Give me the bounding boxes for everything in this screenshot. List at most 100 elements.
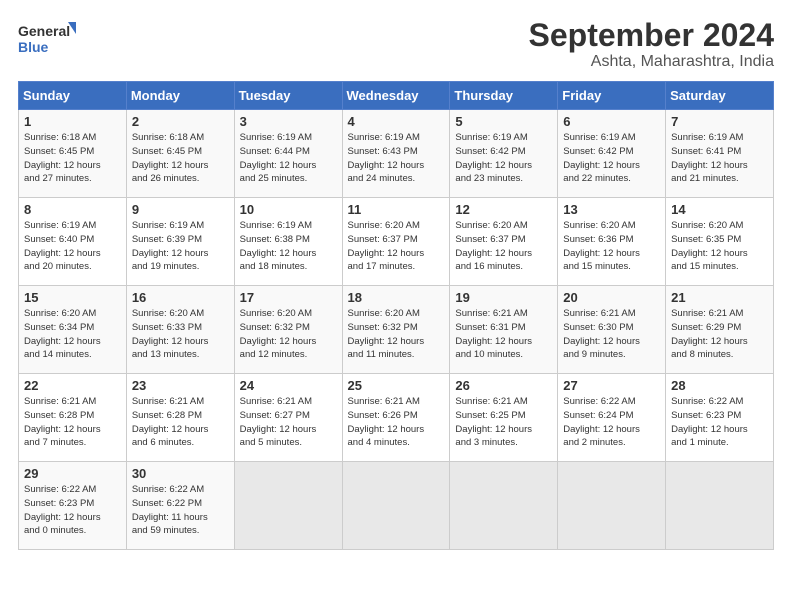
day-info: Sunrise: 6:22 AM Sunset: 6:24 PM Dayligh… bbox=[563, 395, 660, 450]
day-number: 12 bbox=[455, 202, 552, 217]
day-number: 24 bbox=[240, 378, 337, 393]
day-info: Sunrise: 6:18 AM Sunset: 6:45 PM Dayligh… bbox=[132, 131, 229, 186]
day-info: Sunrise: 6:19 AM Sunset: 6:38 PM Dayligh… bbox=[240, 219, 337, 274]
day-info: Sunrise: 6:20 AM Sunset: 6:37 PM Dayligh… bbox=[455, 219, 552, 274]
day-number: 18 bbox=[348, 290, 445, 305]
calendar-header-row: SundayMondayTuesdayWednesdayThursdayFrid… bbox=[19, 82, 774, 110]
day-info: Sunrise: 6:19 AM Sunset: 6:39 PM Dayligh… bbox=[132, 219, 229, 274]
calendar-day-cell bbox=[342, 462, 450, 550]
calendar-day-cell: 11Sunrise: 6:20 AM Sunset: 6:37 PM Dayli… bbox=[342, 198, 450, 286]
day-info: Sunrise: 6:21 AM Sunset: 6:28 PM Dayligh… bbox=[24, 395, 121, 450]
calendar-day-cell: 1 Sunrise: 6:18 AM Sunset: 6:45 PM Daylig… bbox=[19, 110, 127, 198]
day-number: 14 bbox=[671, 202, 768, 217]
header-row: General Blue September 2024 Ashta, Mahar… bbox=[18, 18, 774, 71]
calendar-day-cell: 16Sunrise: 6:20 AM Sunset: 6:33 PM Dayli… bbox=[126, 286, 234, 374]
day-info: Sunrise: 6:21 AM Sunset: 6:31 PM Dayligh… bbox=[455, 307, 552, 362]
calendar-day-cell: 21Sunrise: 6:21 AM Sunset: 6:29 PM Dayli… bbox=[666, 286, 774, 374]
calendar-day-cell: 4Sunrise: 6:19 AM Sunset: 6:43 PM Daylig… bbox=[342, 110, 450, 198]
day-number: 28 bbox=[671, 378, 768, 393]
logo-svg: General Blue bbox=[18, 18, 78, 58]
calendar-week-row: 8 Sunrise: 6:19 AM Sunset: 6:40 PM Daylig… bbox=[19, 198, 774, 286]
calendar-day-cell: 15 Sunrise: 6:20 AM Sunset: 6:34 PM Dayli… bbox=[19, 286, 127, 374]
day-info: Sunrise: 6:18 AM Sunset: 6:45 PM Dayligh… bbox=[24, 131, 121, 186]
calendar-day-cell: 3 Sunrise: 6:19 AM Sunset: 6:44 PM Daylig… bbox=[234, 110, 342, 198]
day-info: Sunrise: 6:22 AM Sunset: 6:23 PM Dayligh… bbox=[24, 483, 121, 538]
calendar-day-cell: 9 Sunrise: 6:19 AM Sunset: 6:39 PM Daylig… bbox=[126, 198, 234, 286]
logo: General Blue bbox=[18, 18, 78, 58]
day-info: Sunrise: 6:21 AM Sunset: 6:26 PM Dayligh… bbox=[348, 395, 445, 450]
calendar-day-cell: 5Sunrise: 6:19 AM Sunset: 6:42 PM Daylig… bbox=[450, 110, 558, 198]
svg-text:General: General bbox=[18, 23, 70, 39]
calendar-week-row: 29 Sunrise: 6:22 AM Sunset: 6:23 PM Dayli… bbox=[19, 462, 774, 550]
day-number: 4 bbox=[348, 114, 445, 129]
calendar-day-cell: 8 Sunrise: 6:19 AM Sunset: 6:40 PM Daylig… bbox=[19, 198, 127, 286]
day-number: 17 bbox=[240, 290, 337, 305]
calendar-day-cell: 7Sunrise: 6:19 AM Sunset: 6:41 PM Daylig… bbox=[666, 110, 774, 198]
calendar-day-cell: 22 Sunrise: 6:21 AM Sunset: 6:28 PM Dayli… bbox=[19, 374, 127, 462]
day-number: 22 bbox=[24, 378, 121, 393]
calendar-day-cell: 27 Sunrise: 6:22 AM Sunset: 6:24 PM Dayli… bbox=[558, 374, 666, 462]
day-number: 15 bbox=[24, 290, 121, 305]
day-info: Sunrise: 6:21 AM Sunset: 6:28 PM Dayligh… bbox=[132, 395, 229, 450]
day-info: Sunrise: 6:21 AM Sunset: 6:25 PM Dayligh… bbox=[455, 395, 552, 450]
day-info: Sunrise: 6:21 AM Sunset: 6:30 PM Dayligh… bbox=[563, 307, 660, 362]
day-info: Sunrise: 6:19 AM Sunset: 6:44 PM Dayligh… bbox=[240, 131, 337, 186]
day-info: Sunrise: 6:20 AM Sunset: 6:36 PM Dayligh… bbox=[563, 219, 660, 274]
day-number: 19 bbox=[455, 290, 552, 305]
day-number: 21 bbox=[671, 290, 768, 305]
calendar-header-cell: Wednesday bbox=[342, 82, 450, 110]
calendar-title: September 2024 bbox=[529, 18, 774, 53]
calendar-table: SundayMondayTuesdayWednesdayThursdayFrid… bbox=[18, 81, 774, 550]
calendar-header-cell: Saturday bbox=[666, 82, 774, 110]
calendar-day-cell: 23 Sunrise: 6:21 AM Sunset: 6:28 PM Dayli… bbox=[126, 374, 234, 462]
day-number: 10 bbox=[240, 202, 337, 217]
day-number: 29 bbox=[24, 466, 121, 481]
day-info: Sunrise: 6:21 AM Sunset: 6:27 PM Dayligh… bbox=[240, 395, 337, 450]
calendar-day-cell: 25 Sunrise: 6:21 AM Sunset: 6:26 PM Dayli… bbox=[342, 374, 450, 462]
calendar-day-cell bbox=[234, 462, 342, 550]
calendar-day-cell: 12 Sunrise: 6:20 AM Sunset: 6:37 PM Dayli… bbox=[450, 198, 558, 286]
day-info: Sunrise: 6:22 AM Sunset: 6:23 PM Dayligh… bbox=[671, 395, 768, 450]
day-info: Sunrise: 6:20 AM Sunset: 6:35 PM Dayligh… bbox=[671, 219, 768, 274]
day-number: 5 bbox=[455, 114, 552, 129]
calendar-week-row: 15 Sunrise: 6:20 AM Sunset: 6:34 PM Dayli… bbox=[19, 286, 774, 374]
day-number: 1 bbox=[24, 114, 121, 129]
day-info: Sunrise: 6:19 AM Sunset: 6:42 PM Dayligh… bbox=[563, 131, 660, 186]
calendar-day-cell: 6 Sunrise: 6:19 AM Sunset: 6:42 PM Daylig… bbox=[558, 110, 666, 198]
calendar-day-cell bbox=[558, 462, 666, 550]
calendar-day-cell: 17 Sunrise: 6:20 AM Sunset: 6:32 PM Dayli… bbox=[234, 286, 342, 374]
day-number: 23 bbox=[132, 378, 229, 393]
calendar-day-cell: 20 Sunrise: 6:21 AM Sunset: 6:30 PM Dayli… bbox=[558, 286, 666, 374]
calendar-day-cell: 13 Sunrise: 6:20 AM Sunset: 6:36 PM Dayli… bbox=[558, 198, 666, 286]
day-number: 2 bbox=[132, 114, 229, 129]
calendar-day-cell: 2 Sunrise: 6:18 AM Sunset: 6:45 PM Daylig… bbox=[126, 110, 234, 198]
calendar-header-cell: Monday bbox=[126, 82, 234, 110]
day-number: 25 bbox=[348, 378, 445, 393]
calendar-day-cell: 28 Sunrise: 6:22 AM Sunset: 6:23 PM Dayli… bbox=[666, 374, 774, 462]
calendar-day-cell: 29 Sunrise: 6:22 AM Sunset: 6:23 PM Dayli… bbox=[19, 462, 127, 550]
calendar-week-row: 1 Sunrise: 6:18 AM Sunset: 6:45 PM Daylig… bbox=[19, 110, 774, 198]
day-number: 6 bbox=[563, 114, 660, 129]
calendar-week-row: 22 Sunrise: 6:21 AM Sunset: 6:28 PM Dayli… bbox=[19, 374, 774, 462]
day-info: Sunrise: 6:20 AM Sunset: 6:32 PM Dayligh… bbox=[240, 307, 337, 362]
day-number: 27 bbox=[563, 378, 660, 393]
day-info: Sunrise: 6:19 AM Sunset: 6:40 PM Dayligh… bbox=[24, 219, 121, 274]
calendar-day-cell bbox=[450, 462, 558, 550]
calendar-header-cell: Friday bbox=[558, 82, 666, 110]
calendar-subtitle: Ashta, Maharashtra, India bbox=[529, 53, 774, 71]
day-number: 3 bbox=[240, 114, 337, 129]
calendar-day-cell: 30Sunrise: 6:22 AM Sunset: 6:22 PM Dayli… bbox=[126, 462, 234, 550]
day-info: Sunrise: 6:19 AM Sunset: 6:41 PM Dayligh… bbox=[671, 131, 768, 186]
day-number: 9 bbox=[132, 202, 229, 217]
day-info: Sunrise: 6:20 AM Sunset: 6:34 PM Dayligh… bbox=[24, 307, 121, 362]
svg-text:Blue: Blue bbox=[18, 39, 49, 55]
day-number: 8 bbox=[24, 202, 121, 217]
calendar-day-cell: 26Sunrise: 6:21 AM Sunset: 6:25 PM Dayli… bbox=[450, 374, 558, 462]
day-number: 13 bbox=[563, 202, 660, 217]
day-info: Sunrise: 6:20 AM Sunset: 6:37 PM Dayligh… bbox=[348, 219, 445, 274]
day-number: 30 bbox=[132, 466, 229, 481]
day-number: 20 bbox=[563, 290, 660, 305]
calendar-day-cell: 18Sunrise: 6:20 AM Sunset: 6:32 PM Dayli… bbox=[342, 286, 450, 374]
calendar-day-cell: 24 Sunrise: 6:21 AM Sunset: 6:27 PM Dayli… bbox=[234, 374, 342, 462]
day-info: Sunrise: 6:20 AM Sunset: 6:33 PM Dayligh… bbox=[132, 307, 229, 362]
